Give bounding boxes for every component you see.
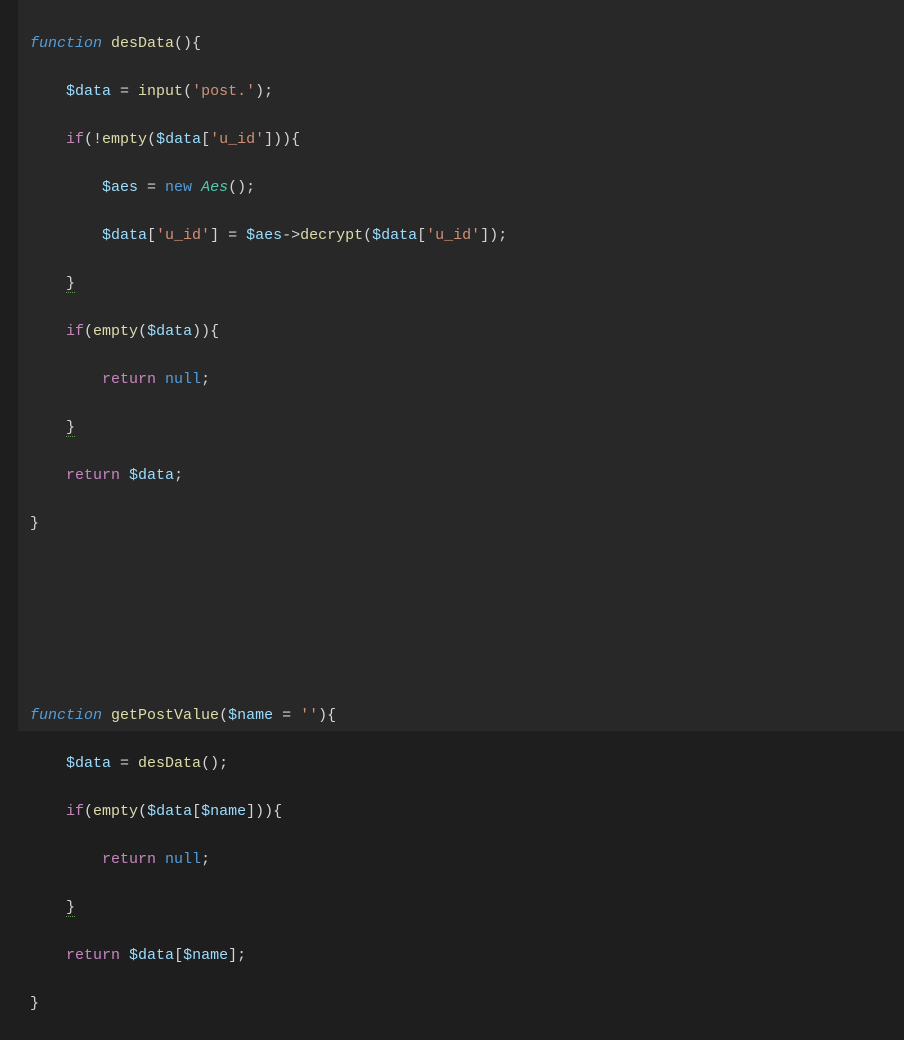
code-line: }	[30, 272, 904, 296]
code-line: return $data;	[30, 464, 904, 488]
code-line: return null;	[30, 368, 904, 392]
code-line: $data = input('post.');	[30, 80, 904, 104]
code-line: }	[30, 992, 904, 1016]
code-line: return null;	[30, 848, 904, 872]
code-line: $data['u_id'] = $aes->decrypt($data['u_i…	[30, 224, 904, 248]
code-line: }	[30, 416, 904, 440]
code-line	[30, 656, 904, 680]
code-line: function getPostValue($name = ''){	[30, 704, 904, 728]
code-editor[interactable]: function desData(){ $data = input('post.…	[0, 0, 904, 731]
code-line	[30, 560, 904, 584]
code-line: if(empty($data[$name])){	[30, 800, 904, 824]
code-line: $aes = new Aes();	[30, 176, 904, 200]
code-line: function desData(){	[30, 32, 904, 56]
code-area[interactable]: function desData(){ $data = input('post.…	[18, 0, 904, 731]
code-line: if(!empty($data['u_id'])){	[30, 128, 904, 152]
code-line: }	[30, 896, 904, 920]
editor-gutter	[0, 0, 18, 731]
code-line	[30, 608, 904, 632]
code-line: if(empty($data)){	[30, 320, 904, 344]
code-line: }	[30, 512, 904, 536]
code-line: return $data[$name];	[30, 944, 904, 968]
code-line: $data = desData();	[30, 752, 904, 776]
